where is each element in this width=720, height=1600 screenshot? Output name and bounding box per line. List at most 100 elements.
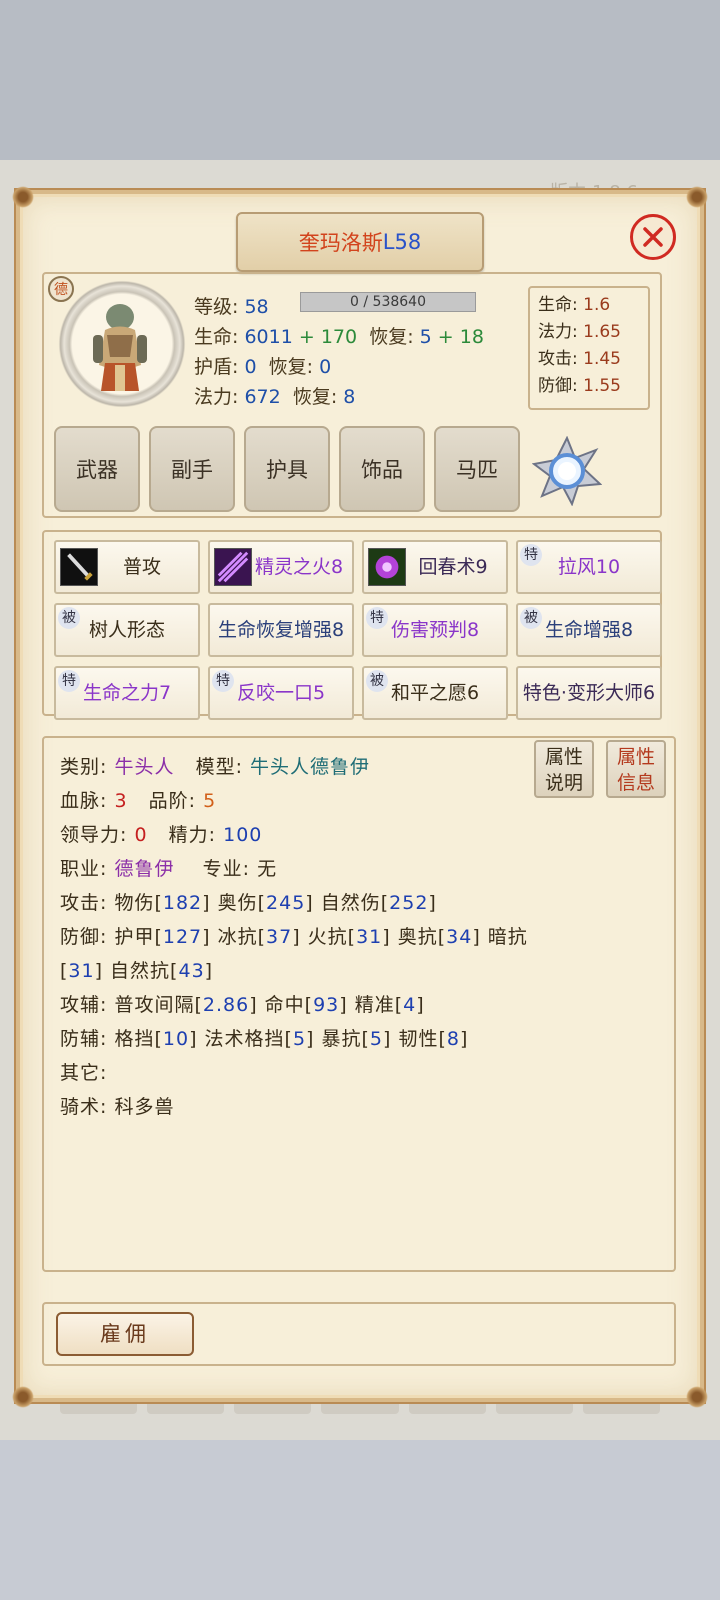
tauren-druid-portrait (93, 304, 147, 391)
skill-slot-8[interactable]: 被 生命增强8 (516, 603, 662, 657)
skill-label: 普攻 (122, 556, 161, 578)
skill-label: 生命之力7 (82, 682, 172, 704)
attr-label: 模型: (195, 756, 243, 778)
attr-label: 其它: (60, 1062, 108, 1084)
hp-regen-label: 恢复: (369, 326, 414, 348)
stat-name: ] 自然抗[ (94, 960, 179, 982)
close-button[interactable] (630, 214, 676, 260)
attr-label: 专业: (202, 858, 251, 880)
equip-accessory-slot[interactable]: 饰品 (339, 426, 425, 512)
hero-level: L58 (382, 230, 422, 254)
hp-bonus: + 170 (298, 326, 358, 348)
skill-type-tag: 特 (520, 544, 542, 566)
skill-label: 回春术9 (418, 556, 488, 578)
growth-value: 1.6 (583, 295, 611, 315)
defense-row-cont: [31] 自然抗[43] (60, 956, 213, 983)
stat-name: ] 火抗[ (292, 926, 357, 948)
growth-value: 1.55 (583, 376, 621, 396)
skill-slot-7[interactable]: 特 伤害预判8 (362, 603, 508, 657)
stat-bracket: ] (459, 1028, 469, 1050)
level-row: 等级: 58 (194, 292, 269, 319)
attribute-explanation-button[interactable]: 属性 说明 (534, 740, 594, 798)
riding-value: 科多兽 (114, 1096, 175, 1118)
growth-hp: 生命: 1.6 (538, 292, 640, 319)
skill-label: 和平之愿6 (390, 682, 480, 704)
attr-label: 品阶: (148, 790, 197, 812)
experience-bar: 0 / 538640 (300, 292, 476, 312)
equip-weapon-slot[interactable]: 武器 (54, 426, 140, 512)
skill-label: 拉风10 (557, 556, 621, 578)
growth-label: 防御: (538, 376, 578, 396)
skill-label: 反咬一口5 (236, 682, 326, 704)
skill-slot-10[interactable]: 特 反咬一口5 (208, 666, 354, 720)
level-label: 等级: (194, 296, 239, 318)
growth-value: 1.65 (583, 322, 621, 342)
stat-value: 245 (266, 892, 306, 914)
panel-corner-ornament (686, 186, 708, 208)
skill-label: 特色·变形大师6 (522, 682, 656, 704)
stat-bracket: ] (428, 892, 437, 914)
skill-slot-3[interactable]: 回春术9 (362, 540, 508, 594)
attr-label: 领导力: (60, 824, 128, 846)
star-emblem-icon[interactable] (532, 436, 602, 506)
button-text: 属性 (616, 746, 655, 768)
skill-slot-2[interactable]: 精灵之火8 (208, 540, 354, 594)
attr-label: 血脉: (60, 790, 108, 812)
stat-value: 43 (178, 960, 205, 982)
equip-offhand-slot[interactable]: 副手 (149, 426, 235, 512)
stat-name: 格挡[ (114, 1028, 163, 1050)
close-icon (643, 227, 663, 247)
shield-regen-value: 0 (319, 356, 332, 378)
button-text: 信息 (616, 772, 655, 794)
bloodline-value: 3 (114, 790, 128, 812)
hire-button[interactable]: 雇佣 (56, 1312, 194, 1356)
mana-row: 法力: 672 恢复: 8 (194, 382, 355, 409)
skill-type-tag: 被 (366, 670, 388, 692)
skill-slot-4[interactable]: 特 拉风10 (516, 540, 662, 594)
stat-value: 5 (369, 1028, 383, 1050)
level-value: 58 (244, 296, 269, 318)
other-row: 其它: (60, 1058, 107, 1085)
rejuvenation-icon (368, 548, 406, 586)
equip-armor-slot[interactable]: 护具 (244, 426, 330, 512)
skill-slot-11[interactable]: 被 和平之愿6 (362, 666, 508, 720)
energy-value: 100 (223, 824, 263, 846)
stat-name: ] 韧性[ (383, 1028, 447, 1050)
attr-label: 攻辅: (60, 994, 108, 1016)
bloodline-row: 血脉: 3 品阶: 5 (60, 786, 216, 813)
attr-label: 职业: (60, 858, 108, 880)
growth-value: 1.45 (583, 349, 621, 369)
leadership-value: 0 (134, 824, 148, 846)
hp-regen-bonus: + 18 (437, 326, 484, 348)
stat-value: 182 (162, 892, 203, 914)
class-value: 德鲁伊 (114, 858, 175, 880)
attribute-info-button[interactable]: 属性 信息 (606, 740, 666, 798)
stat-name: 普攻间隔[ (114, 994, 203, 1016)
defense-aux-row: 防辅: 格挡[10] 法术格挡[5] 暴抗[5] 韧性[8] (60, 1024, 468, 1051)
stat-name: ] 暴抗[ (306, 1028, 370, 1050)
growth-label: 攻击: (538, 349, 578, 369)
hero-title-plate: 奎玛洛斯 L58 (236, 212, 484, 272)
attack-aux-row: 攻辅: 普攻间隔[2.86] 命中[93] 精准[4] (60, 990, 425, 1017)
equip-mount-slot[interactable]: 马匹 (434, 426, 520, 512)
stat-value: 37 (266, 926, 293, 948)
skill-slot-9[interactable]: 特 生命之力7 (54, 666, 200, 720)
stat-name: ] 奥抗[ (382, 926, 447, 948)
stat-value: 127 (162, 926, 203, 948)
skill-slot-1[interactable]: 普攻 (54, 540, 200, 594)
grade-value: 5 (203, 790, 217, 812)
growth-mana: 法力: 1.65 (538, 319, 640, 346)
class-row: 职业: 德鲁伊 专业: 无 (60, 854, 277, 881)
button-text: 说明 (544, 772, 583, 794)
category-value: 牛头人 (114, 756, 175, 778)
skill-slot-5[interactable]: 被 树人形态 (54, 603, 200, 657)
stat-name: ] 奥伤[ (202, 892, 267, 914)
skill-slot-12[interactable]: 特色·变形大师6 (516, 666, 662, 720)
growth-defense: 防御: 1.55 (538, 373, 640, 400)
stat-value: 31 (356, 926, 383, 948)
stat-name: 物伤[ (114, 892, 163, 914)
stat-value: 2.86 (202, 994, 250, 1016)
shield-regen-label: 恢复: (268, 356, 314, 378)
skill-slot-6[interactable]: 生命恢复增强8 (208, 603, 354, 657)
stat-value: 252 (389, 892, 429, 914)
